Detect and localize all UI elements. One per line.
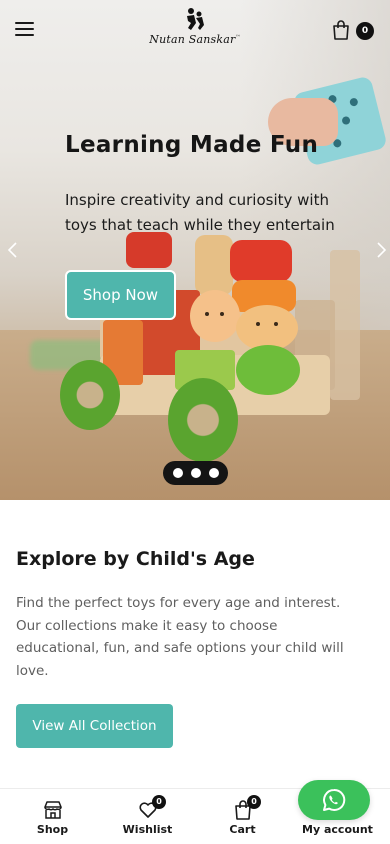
logo-figure-icon	[187, 8, 204, 30]
shop-now-button[interactable]: Shop Now	[65, 270, 176, 320]
slide-dot-1[interactable]	[172, 468, 183, 478]
shopping-bag-icon[interactable]	[330, 19, 352, 41]
nav-label: My account	[302, 823, 373, 836]
section-description: Find the perfect toys for every age and …	[16, 595, 344, 679]
nav-label: Shop	[36, 823, 69, 836]
hero-toy-piece	[230, 240, 292, 282]
slide-dot-2[interactable]	[190, 468, 201, 478]
whatsapp-chat-button[interactable]	[298, 780, 370, 820]
nav-item-shop[interactable]: Shop	[4, 789, 101, 844]
hero-decor	[274, 322, 278, 326]
chevron-left-icon[interactable]	[3, 240, 23, 260]
nav-item-cart[interactable]: 0 Cart	[194, 789, 291, 844]
nav-item-wishlist[interactable]: 0 Wishlist	[99, 789, 196, 844]
hero-toy-face	[190, 290, 240, 342]
hero-toy-wheel	[60, 360, 120, 430]
hamburger-menu-icon[interactable]	[15, 21, 35, 37]
brand-name: Nutan Sanskar™	[149, 33, 241, 46]
hero-title: Learning Made Fun	[65, 132, 319, 158]
view-all-collection-button[interactable]: View All Collection	[16, 704, 173, 748]
store-icon	[43, 801, 62, 819]
hero-toy-piece	[195, 235, 233, 295]
section-title: Explore by Child's Age	[16, 548, 255, 570]
nav-label: Cart	[229, 823, 256, 836]
hero-subtitle: Inspire creativity and curiosity with to…	[65, 191, 335, 234]
nav-label: Wishlist	[122, 823, 173, 836]
cart-count-badge: 0	[247, 795, 261, 809]
hero-toy-piece	[236, 345, 300, 395]
site-logo[interactable]: Nutan Sanskar™	[145, 6, 245, 54]
hero-decor	[256, 322, 260, 326]
site-header: Nutan Sanskar™ 0	[0, 0, 390, 60]
hero-banner: Nutan Sanskar™ 0 Learning Made Fun Inspi…	[0, 0, 390, 500]
whatsapp-icon	[323, 788, 346, 811]
slider-pagination	[163, 461, 228, 485]
hero-decor	[220, 312, 224, 316]
cart-count-badge: 0	[356, 22, 374, 40]
hero-toy-wheel	[168, 378, 238, 462]
slide-dot-3[interactable]	[208, 468, 219, 478]
chevron-right-icon[interactable]	[371, 240, 390, 260]
wishlist-count-badge: 0	[152, 795, 166, 809]
hero-decor	[205, 312, 209, 316]
